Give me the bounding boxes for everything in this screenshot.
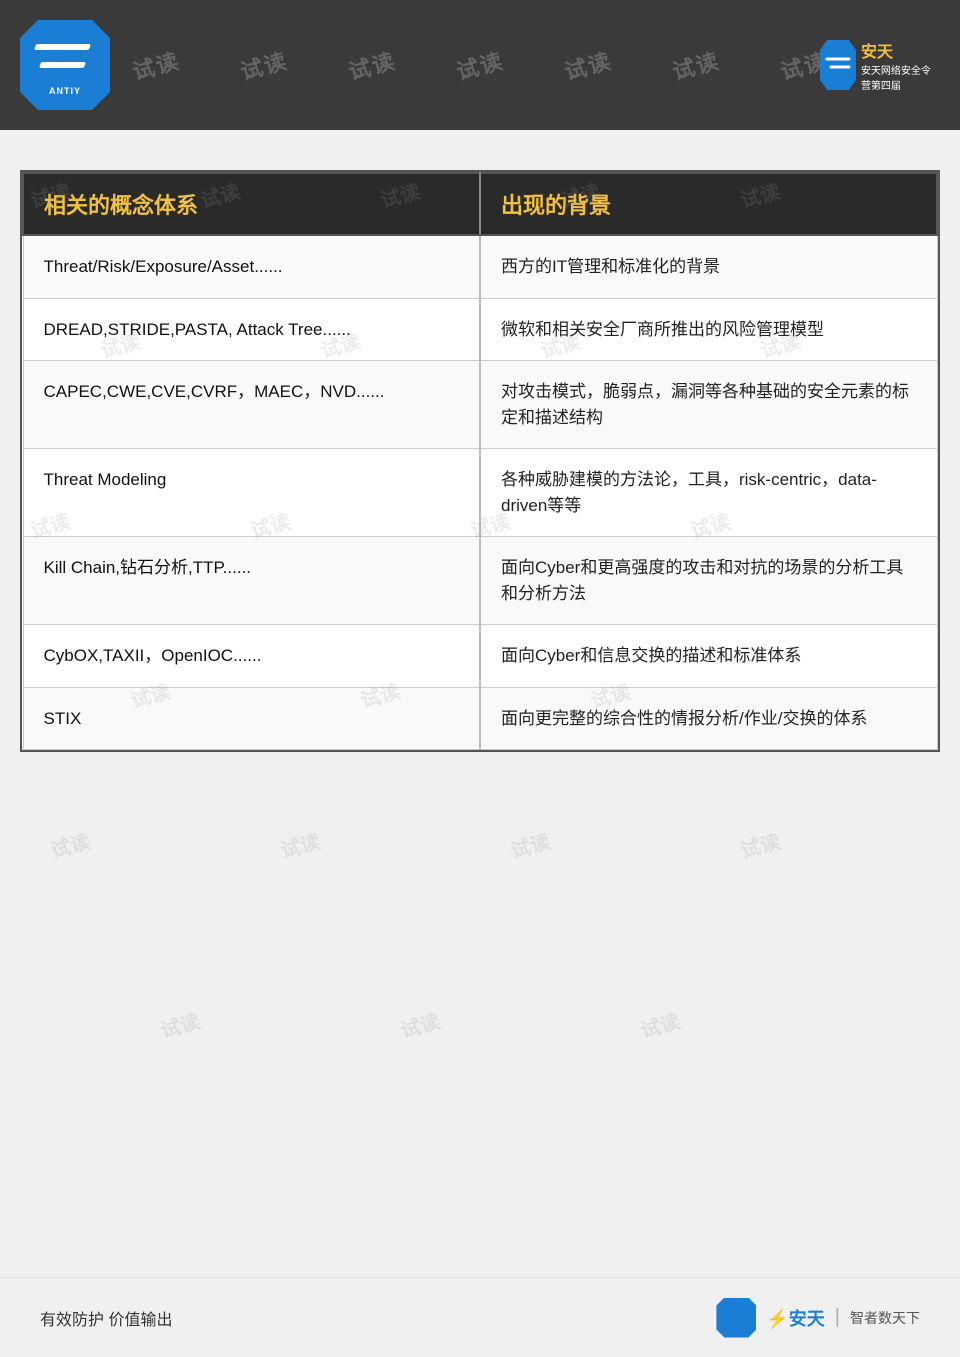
footer-brand-icon [716, 1298, 756, 1338]
row-4-col1: Kill Chain,钻石分析,TTP...... [23, 537, 480, 625]
data-table: 相关的概念体系出现的背景Threat/Risk/Exposure/Asset..… [22, 172, 938, 750]
main-content: 相关的概念体系出现的背景Threat/Risk/Exposure/Asset..… [20, 170, 940, 752]
table-row: Threat/Risk/Exposure/Asset......西方的IT管理和… [23, 235, 937, 298]
body-watermark-17: 试读 [277, 825, 323, 863]
table-row: Kill Chain,钻石分析,TTP......面向Cyber和更高强度的攻击… [23, 537, 937, 625]
row-2-col1: CAPEC,CWE,CVE,CVRF，MAEC，NVD...... [23, 361, 480, 449]
body-watermark-18: 试读 [507, 825, 553, 863]
row-1-col1: DREAD,STRIDE,PASTA, Attack Tree...... [23, 298, 480, 361]
row-5-col1: CybOX,TAXII，OpenIOC...... [23, 625, 480, 688]
watermark-2: 试读 [237, 43, 292, 86]
body-watermark-19: 试读 [737, 825, 783, 863]
footer-brand-name: ⚡安天 [766, 1305, 824, 1331]
brand-name: 安天 [861, 38, 940, 62]
table-row: DREAD,STRIDE,PASTA, Attack Tree......微软和… [23, 298, 937, 361]
row-6-col2: 面向更完整的综合性的情报分析/作业/交换的体系 [480, 687, 937, 750]
logo: ANTIY [20, 20, 110, 110]
header-brand: 安天 安天网络安全令营第四届 [820, 30, 940, 100]
footer-brand-sub: 智者数天下 [850, 1308, 920, 1328]
body-watermark-21: 试读 [397, 1005, 443, 1043]
watermark-5: 试读 [561, 43, 616, 86]
body-watermark-22: 试读 [637, 1005, 683, 1043]
body-watermark-20: 试读 [157, 1005, 203, 1043]
row-1-col2: 微软和相关安全厂商所推出的风险管理模型 [480, 298, 937, 361]
row-4-col2: 面向Cyber和更高强度的攻击和对抗的场景的分析工具和分析方法 [480, 537, 937, 625]
logo-stripes [35, 34, 95, 84]
row-5-col2: 面向Cyber和信息交换的描述和标准体系 [480, 625, 937, 688]
table-row: STIX面向更完整的综合性的情报分析/作业/交换的体系 [23, 687, 937, 750]
footer-sep: | [835, 1306, 840, 1329]
col1-header: 相关的概念体系 [23, 173, 480, 235]
watermark-6: 试读 [669, 43, 724, 86]
footer-tagline: 有效防护 价值输出 [40, 1306, 172, 1330]
table-row: CAPEC,CWE,CVE,CVRF，MAEC，NVD......对攻击模式，脆… [23, 361, 937, 449]
row-3-col1: Threat Modeling [23, 449, 480, 537]
footer-lightning: ⚡ [766, 1309, 788, 1329]
footer-brand: ⚡安天 | 智者数天下 [716, 1298, 920, 1338]
row-2-col2: 对攻击模式，脆弱点，漏洞等各种基础的安全元素的标定和描述结构 [480, 361, 937, 449]
watermark-1: 试读 [129, 43, 184, 86]
brand-sub: 安天网络安全令营第四届 [861, 62, 940, 92]
footer: 有效防护 价值输出 ⚡安天 | 智者数天下 [0, 1277, 960, 1357]
row-3-col2: 各种威胁建模的方法论，工具，risk-centric，data-driven等等 [480, 449, 937, 537]
table-row: Threat Modeling各种威胁建模的方法论，工具，risk-centri… [23, 449, 937, 537]
row-0-col2: 西方的IT管理和标准化的背景 [480, 235, 937, 298]
body-watermark-16: 试读 [47, 825, 93, 863]
header: ANTIY 试读 试读 试读 试读 试读 试读 试读 安天 安天网络安全令营第四… [0, 0, 960, 130]
row-0-col1: Threat/Risk/Exposure/Asset...... [23, 235, 480, 298]
col2-header: 出现的背景 [480, 173, 937, 235]
row-6-col1: STIX [23, 687, 480, 750]
watermark-3: 试读 [345, 43, 400, 86]
table-row: CybOX,TAXII，OpenIOC......面向Cyber和信息交换的描述… [23, 625, 937, 688]
brand-icon [820, 40, 856, 90]
header-watermarks: 试读 试读 试读 试读 试读 试读 试读 [0, 0, 960, 130]
brand-text-group: 安天 安天网络安全令营第四届 [861, 38, 940, 92]
logo-text: ANTIY [49, 86, 81, 96]
watermark-4: 试读 [453, 43, 508, 86]
